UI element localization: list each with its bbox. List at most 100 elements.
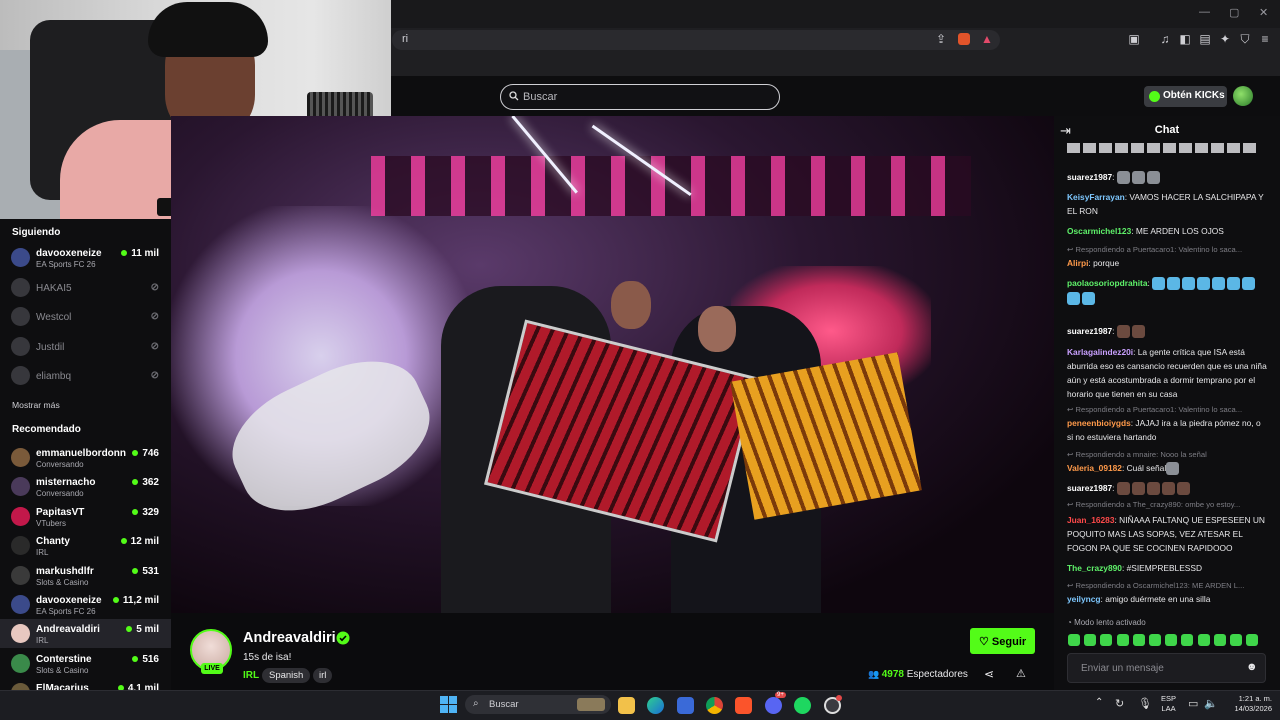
sidebar-recommended-elmacarius[interactable]: ElMacarius 4,1 mil xyxy=(0,678,171,690)
chat-username[interactable]: Valeria_09182 xyxy=(1067,463,1122,473)
chat-username[interactable]: Juan_16283 xyxy=(1067,515,1115,525)
sidebar-recommended-misternacho[interactable]: misternacho Conversando 362 xyxy=(0,472,171,501)
chat-username[interactable]: The_crazy890 xyxy=(1067,563,1122,573)
emote-option-icon[interactable] xyxy=(1116,634,1129,646)
channel-avatar xyxy=(11,653,30,673)
clock[interactable]: 1:21 a. m. 14/03/2026 xyxy=(1224,694,1272,714)
chat-emote-icon xyxy=(1131,325,1145,339)
emote-option-icon[interactable] xyxy=(1246,634,1259,646)
channel-avatar xyxy=(11,277,30,297)
chat-message: Karlagalindez20i: La gente crítica que I… xyxy=(1067,347,1267,399)
sidebar-recommended-emmanuelbordonn[interactable]: emmanuelbordonn Conversando 746 xyxy=(0,443,171,472)
sidebar-recommended-andreavaldiri[interactable]: Andreavaldiri IRL 5 mil xyxy=(0,619,171,649)
chat-username[interactable]: suarez1987 xyxy=(1067,483,1112,493)
tag-irl[interactable]: irl xyxy=(313,668,333,683)
viewer-number: 5 mil xyxy=(136,624,159,636)
chat-emote-icon xyxy=(1131,482,1145,496)
chat-username[interactable]: suarez1987 xyxy=(1067,172,1112,182)
language-indicator[interactable]: ESP LAA xyxy=(1161,694,1176,714)
emote-option-icon[interactable] xyxy=(1084,634,1097,646)
sidebar-following-justdil[interactable]: Justdil ⊘ xyxy=(0,332,171,361)
menu-icon[interactable]: ≡ xyxy=(1258,32,1272,46)
address-text: ri xyxy=(402,33,409,45)
emote-option-icon[interactable] xyxy=(1149,634,1161,646)
search-icon xyxy=(509,91,519,101)
share-icon[interactable]: ⇪ xyxy=(934,32,948,46)
edge-icon[interactable] xyxy=(647,697,664,714)
show-more-link[interactable]: Mostrar más xyxy=(12,400,60,410)
chat-username[interactable]: KeisyFarrayan xyxy=(1067,192,1125,202)
sidebar-recommended-chanty[interactable]: Chanty IRL 12 mil xyxy=(0,531,171,560)
channel-name[interactable]: Andreavaldiri xyxy=(243,630,336,646)
sidebar-following-davooxeneize[interactable]: davooxeneize EA Sports FC 26 11 mil xyxy=(0,243,171,272)
sidebar-recommended-markushdlfr[interactable]: markushdlfr Slots & Casino 531 xyxy=(0,561,171,590)
brave-shields-icon[interactable] xyxy=(958,33,970,45)
emote-option-icon[interactable] xyxy=(1132,634,1145,646)
chat-emote-icon xyxy=(1227,277,1241,291)
address-bar[interactable]: ri xyxy=(392,30,1000,50)
maximize-icon[interactable]: ▢ xyxy=(1229,6,1239,19)
emote-option-icon[interactable] xyxy=(1068,634,1080,646)
chrome-icon[interactable] xyxy=(706,697,723,714)
vpn-icon[interactable]: ⛉ xyxy=(1238,32,1252,46)
chat-reply-context: ↩ Respondiendo a The_crazy890: ombe yo e… xyxy=(1067,500,1269,509)
live-dot-icon xyxy=(132,567,139,574)
sidebar-recommended-conterstine[interactable]: Conterstine Slots & Casino 516 xyxy=(0,649,171,678)
leo-ai-icon[interactable]: ✦ xyxy=(1218,32,1232,46)
channel-name: ElMacarius xyxy=(36,683,89,690)
reader-icon[interactable]: ◧ xyxy=(1178,32,1192,46)
store-icon[interactable] xyxy=(677,697,694,714)
close-icon[interactable]: ✕ xyxy=(1259,6,1268,19)
sidebar-following-eliambq[interactable]: eliambq ⊘ xyxy=(0,361,171,390)
network-icon[interactable]: ▭ xyxy=(1188,697,1198,710)
emote-option-icon[interactable] xyxy=(1197,634,1210,646)
sidebar-following-westcol[interactable]: Westcol ⊘ xyxy=(0,302,171,331)
wallet-icon[interactable]: ▤ xyxy=(1198,32,1212,46)
discord-badge: 9+ xyxy=(775,692,786,698)
file-explorer-icon[interactable] xyxy=(618,697,635,714)
emote-option-icon[interactable] xyxy=(1230,634,1242,646)
taskbar-search[interactable]: ⌕ Buscar xyxy=(465,695,611,714)
emoji-icon[interactable]: ☻ xyxy=(1246,661,1258,673)
emote-option-icon[interactable] xyxy=(1213,634,1226,646)
spotify-icon[interactable] xyxy=(794,697,811,714)
chat-username[interactable]: suarez1987 xyxy=(1067,326,1112,336)
video-player[interactable] xyxy=(171,116,1054,613)
chat-reply-context: ↩ Respondiendo a mnaire: Nooo la señal xyxy=(1067,450,1269,459)
minimize-icon[interactable]: — xyxy=(1199,6,1210,18)
emote-option-icon[interactable] xyxy=(1181,634,1194,646)
follow-button[interactable]: ♡ Seguir xyxy=(970,628,1035,654)
share-stream-icon[interactable]: ⋖ xyxy=(984,667,994,681)
chat-username[interactable]: Oscarmichel123 xyxy=(1067,226,1131,236)
category-link[interactable]: IRL xyxy=(243,670,259,681)
music-icon[interactable]: ♫ xyxy=(1158,32,1172,46)
channel-avatar xyxy=(11,683,30,690)
tag-spanish[interactable]: Spanish xyxy=(262,668,311,683)
discord-icon[interactable] xyxy=(765,697,782,714)
microphone-icon[interactable]: 🎙 xyxy=(1138,697,1152,710)
report-icon[interactable]: ⚠ xyxy=(1016,667,1026,680)
tray-chevron-icon[interactable]: ⌃ xyxy=(1095,697,1103,708)
sidebar-recommended-papitasvt[interactable]: PapitasVT VTubers 329 xyxy=(0,502,171,531)
channel-name: davooxeneize xyxy=(36,248,102,259)
chat-username[interactable]: Karlagalindez20i xyxy=(1067,347,1133,357)
user-avatar[interactable] xyxy=(1233,86,1253,106)
get-kicks-button[interactable]: Obtén KICKs xyxy=(1144,86,1227,107)
sidebar-toggle-icon[interactable]: ▣ xyxy=(1127,32,1141,46)
chat-input[interactable]: Enviar un mensaje ☻ xyxy=(1067,653,1266,683)
emote-option-icon[interactable] xyxy=(1165,634,1178,646)
sync-icon[interactable]: ↻ xyxy=(1115,697,1124,710)
windows-start-icon[interactable] xyxy=(440,696,457,713)
volume-icon[interactable]: 🔈 xyxy=(1204,697,1218,710)
chat-username[interactable]: yeilyncg xyxy=(1067,594,1101,604)
search-input[interactable]: Buscar xyxy=(500,84,780,110)
sidebar-following-hakai5[interactable]: HAKAI5 ⊘ xyxy=(0,273,171,302)
rewards-icon[interactable]: ▲ xyxy=(980,32,994,46)
brave-icon[interactable] xyxy=(735,697,752,714)
channel-name: PapitasVT xyxy=(36,506,85,518)
chat-username[interactable]: peneenbioiygds xyxy=(1067,418,1131,428)
sidebar-recommended-davooxeneize[interactable]: davooxeneize EA Sports FC 26 11,2 mil xyxy=(0,590,171,619)
chat-username[interactable]: paolaosoriopdrahita xyxy=(1067,278,1148,288)
chat-username[interactable]: Alirpi xyxy=(1067,258,1088,268)
emote-option-icon[interactable] xyxy=(1100,634,1113,646)
